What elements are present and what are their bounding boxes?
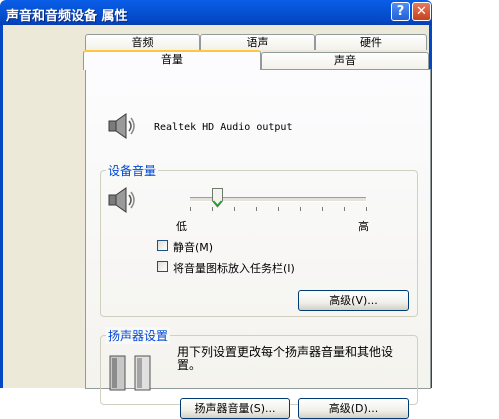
slider-tick (278, 207, 279, 211)
tab-hardware[interactable]: 硬件 (315, 34, 427, 50)
tab-voice[interactable]: 语声 (200, 34, 315, 50)
slider-tick (344, 207, 345, 211)
tray-icon-label[interactable]: 将音量图标放入任务栏(I) (173, 260, 295, 276)
window-title: 声音和音频设备 属性 (6, 9, 128, 24)
slider-tick (256, 207, 257, 211)
tab-audio[interactable]: 音频 (85, 34, 200, 50)
device-volume-title: 设备音量 (106, 162, 159, 179)
slider-tick (300, 207, 301, 211)
speaker-settings-title: 扬声器设置 (106, 327, 171, 344)
volume-tab-page: Realtek HD Audio output 设备音量 低 高 静音(M) 将… (85, 69, 431, 419)
speaker-description-line2: 置。 (177, 358, 202, 372)
close-button[interactable]: ✕ (412, 2, 431, 21)
tab-volume[interactable]: 音量 (83, 50, 261, 70)
slider-tick (190, 207, 191, 211)
slider-tick (234, 207, 235, 211)
speaker-advanced-button[interactable]: 高级(D)... (298, 398, 409, 419)
slider-tick (322, 207, 323, 211)
speakers-icon (109, 355, 151, 391)
volume-advanced-button[interactable]: 高级(V)... (298, 290, 409, 311)
tab-sounds[interactable]: 声音 (261, 52, 429, 69)
help-button[interactable]: ? (391, 2, 410, 21)
tray-icon-checkbox[interactable] (157, 261, 168, 272)
speaker-icon (108, 113, 135, 139)
speaker-volume-button[interactable]: 扬声器音量(S)... (180, 398, 290, 419)
speaker-description-line1: 用下列设置更改每个扬声器音量和其他设 (177, 345, 394, 359)
slider-tick (366, 207, 367, 211)
volume-speaker-icon (108, 187, 135, 213)
device-name: Realtek HD Audio output (154, 122, 293, 133)
title-bar[interactable]: 声音和音频设备 属性 ? ✕ (0, 0, 432, 25)
volume-low-label: 低 (176, 220, 187, 233)
mute-checkbox[interactable] (157, 240, 168, 251)
mute-label[interactable]: 静音(M) (173, 239, 213, 255)
volume-slider-thumb[interactable] (212, 188, 223, 208)
dialog-body: 音频 语声 硬件 音量 声音 Realtek HD Audio output 设… (0, 25, 432, 419)
volume-high-label: 高 (358, 220, 369, 233)
